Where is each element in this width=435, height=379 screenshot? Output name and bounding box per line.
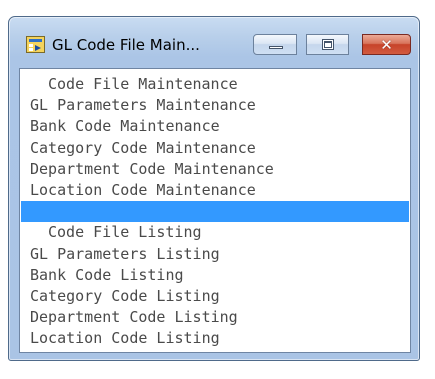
menu-item[interactable]: Bank Code Listing [21, 265, 409, 286]
menu-item[interactable]: Location Code Maintenance [21, 180, 409, 201]
menu-item[interactable]: GL Parameters Maintenance [21, 95, 409, 116]
minimize-button[interactable] [253, 34, 297, 55]
menu-item[interactable]: Category Code Maintenance [21, 138, 409, 159]
menu-section-header[interactable]: Code File Maintenance [21, 74, 409, 95]
menu-item[interactable]: GL Parameters Listing [21, 244, 409, 265]
title-bar[interactable]: GL Code File Main... ✕ [9, 17, 419, 59]
app-icon[interactable] [26, 36, 45, 53]
close-button[interactable]: ✕ [362, 34, 411, 55]
gl-code-file-window: GL Code File Main... ✕ Code File Mainten… [8, 16, 420, 361]
menu-section-header[interactable]: Code File Listing [21, 222, 409, 243]
menu-list: Code File Maintenance GL Parameters Maint… [21, 74, 409, 349]
minimize-icon [269, 46, 283, 49]
menu-panel: Code File Maintenance GL Parameters Maint… [19, 68, 411, 353]
menu-item[interactable]: Bank Code Maintenance [21, 116, 409, 137]
maximize-button[interactable] [306, 34, 349, 55]
window-title: GL Code File Main... [52, 36, 200, 54]
close-icon: ✕ [380, 35, 393, 54]
menu-item[interactable]: Location Code Listing [21, 328, 409, 349]
menu-item[interactable]: Department Code Maintenance [21, 159, 409, 180]
menu-item[interactable]: Category Code Listing [21, 286, 409, 307]
maximize-icon [322, 39, 334, 50]
menu-item-selected[interactable] [21, 201, 409, 223]
menu-item[interactable]: Department Code Listing [21, 307, 409, 328]
